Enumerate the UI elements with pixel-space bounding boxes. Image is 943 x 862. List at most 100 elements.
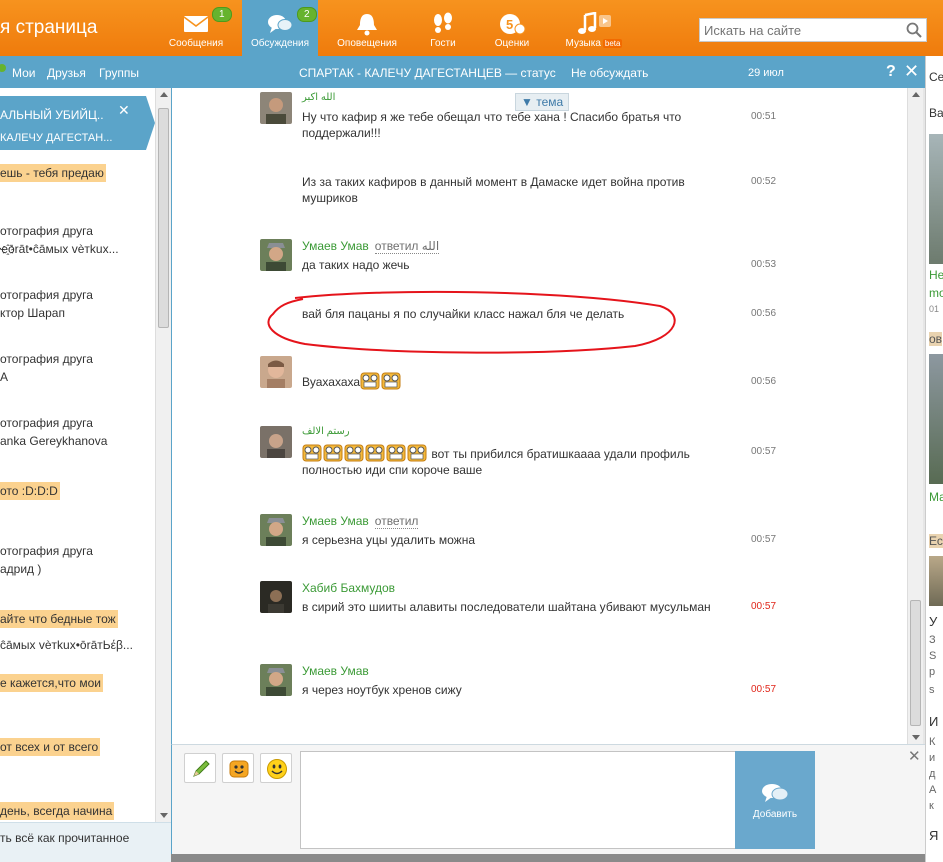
envelope-icon [183,16,209,32]
sticker-face-icon [229,760,249,778]
comment-bubbles-icon [762,784,789,802]
list-item[interactable]: день, всегда начина [0,802,115,820]
nav-label: Музыка beta [565,38,623,49]
discussions-count-badge: 2 [297,7,317,22]
message-time: 00:51 [751,111,777,122]
selected-discussion-subtitle: КАЛЕЧУ ДАГЕСТАН... [0,132,113,144]
list-item[interactable]: anka Gereykhanova [0,434,107,448]
bell-icon [357,14,377,36]
scroll-up-icon[interactable] [912,92,920,97]
message-author[interactable]: Умаев Умав [302,664,369,678]
discussion-filter-tabs: Мои Друзья Группы [0,56,171,88]
search-icon[interactable] [906,22,922,38]
message-author[interactable]: Умаев Умав ответил الله [302,239,440,254]
mark-all-read-link[interactable]: ть всё как прочитанное [0,822,171,862]
nav-guests[interactable]: Гости [410,0,476,56]
reply-to-label[interactable]: ответил [374,514,419,529]
scrollbar-thumb[interactable] [910,600,921,726]
selected-discussion[interactable]: АЛЬНЫЙ УБИЙЦ.. КАЛЕЧУ ДАГЕСТАН... ✕ [0,96,146,150]
search-input[interactable] [700,19,900,41]
draw-button[interactable] [184,753,216,783]
scroll-up-icon[interactable] [160,92,168,97]
page-title[interactable]: я страница [0,17,97,39]
nav-messages[interactable]: Сообщения 1 [160,0,232,56]
rating-icon: 5 [500,14,526,35]
sidebar-text[interactable]: Я [929,828,938,843]
close-icon[interactable]: ✕ [904,61,919,82]
list-item[interactable]: ешь - тебя предаю [0,164,106,182]
message-author[interactable]: Умаев Умав ответил [302,514,419,529]
nav-ratings[interactable]: 5 Оценки [482,0,542,56]
list-item[interactable]: ĉāмых vèтkux•ōrāтЬέβ... [0,638,133,652]
sidebar-text[interactable]: ов [929,332,943,346]
avatar[interactable] [260,664,292,696]
stickers-button[interactable] [222,753,254,783]
close-icon[interactable]: ✕ [118,102,130,119]
list-item[interactable]: ктор Шарап [0,306,65,320]
nav-discussions[interactable]: Обсуждения 2 [242,0,318,56]
list-item[interactable]: отография друга [0,416,93,430]
nav-label: Оценки [494,38,530,49]
message: Вуахахаха 00:56 [172,356,907,392]
discussion-list: АЛЬНЫЙ УБИЙЦ.. КАЛЕЧУ ДАГЕСТАН... ✕ ешь … [0,88,155,822]
sidebar-text[interactable]: Не [929,268,943,282]
sidebar-text[interactable]: У [929,614,937,629]
list-item[interactable]: отография друга [0,544,93,558]
list-item[interactable]: ото :D:D:D [0,482,60,500]
avatar[interactable] [260,426,292,458]
list-item[interactable]: адрид ) [0,562,41,576]
nav-label: Обсуждения [250,38,310,49]
avatar[interactable] [260,514,292,546]
list-item[interactable]: от всех и от всего [0,738,101,756]
scroll-down-icon[interactable] [160,813,168,818]
discussions-icon [268,15,293,33]
nav-music[interactable]: Музыка beta [556,0,632,56]
help-icon[interactable]: ? [886,63,896,81]
scroll-down-icon[interactable] [912,735,920,740]
left-scrollbar[interactable] [155,88,171,822]
message-author[interactable]: الله اكبر [302,92,335,103]
list-item[interactable]: отография друга [0,224,93,238]
laughing-emoticon-icon [323,444,343,462]
message-author[interactable]: Хабиб Бахмудов [302,581,395,595]
search-box [699,18,927,42]
scrollbar-thumb[interactable] [158,108,169,328]
tab-friends[interactable]: Друзья [47,66,86,80]
conversation-title[interactable]: СПАРТАК - КАЛЕЧУ ДАГЕСТАНЦЕВ — статус [299,66,556,80]
message-input[interactable] [301,752,735,848]
message-text: Ну что кафир я же тебе обещал что тебе х… [302,110,682,140]
message-author[interactable]: رستم الالف [302,426,350,437]
list-item[interactable]: А [0,370,8,384]
sidebar-photo[interactable] [929,134,943,264]
tab-mine[interactable]: Мои [12,66,36,80]
sidebar-text[interactable]: mo [929,286,943,300]
messages-scrollbar[interactable] [907,88,923,744]
nav-notifications[interactable]: Оповещения [330,0,404,56]
sidebar-text[interactable]: Се [929,70,943,84]
sidebar-text[interactable]: Ма [929,490,943,504]
avatar[interactable] [260,92,292,124]
sidebar-text[interactable]: Ес [929,534,943,548]
avatar[interactable] [260,356,292,388]
sidebar-text[interactable]: И [929,714,938,729]
close-icon[interactable]: ✕ [908,747,921,765]
right-sidebar: Се Ва Не mo 01 ов Ма Ес У З S р s И К и … [925,56,943,862]
unfollow-discussion-link[interactable]: Не обсуждать [571,66,648,80]
laughing-emoticon-icon [344,444,364,462]
sidebar-photo[interactable] [929,556,943,606]
sidebar-photo[interactable] [929,354,943,484]
smileys-button[interactable] [260,753,292,783]
list-item[interactable]: айте что бедные тож [0,610,118,628]
list-item[interactable]: отография друга [0,288,93,302]
tab-groups[interactable]: Группы [99,66,139,80]
add-comment-button[interactable]: Добавить [735,751,815,849]
sidebar-text[interactable]: Ва [929,106,943,120]
reply-to-label[interactable]: ответил الله [374,239,440,254]
list-item[interactable]: ҽ҈ōrāt•ĉāмых vèтkux... [0,242,119,256]
message: رستم الالف вот ты прибился братишкаааа у… [172,426,907,478]
message: вай бля пацаны я по случайки класс нажал… [172,306,907,326]
list-item[interactable]: е кажется,что мои [0,674,103,692]
avatar[interactable] [260,581,292,613]
avatar[interactable] [260,239,292,271]
list-item[interactable]: отография друга [0,352,93,366]
